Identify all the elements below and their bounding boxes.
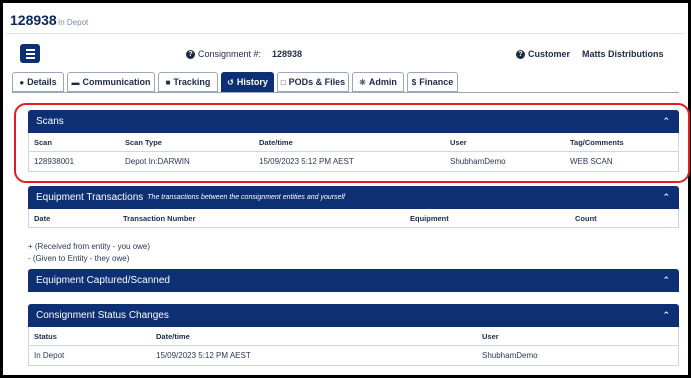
tabs-divider xyxy=(12,92,679,93)
chevron-up-icon[interactable]: ⌃ xyxy=(662,310,670,321)
consignment-number-label: ? Consignment #: xyxy=(186,49,261,60)
tab-tracking[interactable]: ■ Tracking xyxy=(158,72,218,92)
tab-admin[interactable]: ❋ Admin xyxy=(352,72,404,92)
equipment-captured-title: Equipment Captured/Scanned xyxy=(36,275,170,286)
equipment-captured-panel: Equipment Captured/Scanned ⌃ xyxy=(28,269,679,292)
question-icon[interactable]: ? xyxy=(516,50,525,60)
status-value: In Depot xyxy=(34,351,65,360)
tab-history[interactable]: ↺ History xyxy=(221,72,274,92)
history-icon: ↺ xyxy=(227,77,234,87)
highlight-outline xyxy=(14,103,690,183)
status-user: ShubhamDemo xyxy=(482,351,538,360)
tab-pods-files[interactable]: □ PODs & Files xyxy=(277,72,349,92)
dollar-icon: $ xyxy=(411,77,417,87)
chevron-up-icon[interactable]: ⌃ xyxy=(662,192,670,203)
status-changes-title: Consignment Status Changes xyxy=(36,310,169,321)
status-datetime: 15/09/2023 5:12 PM AEST xyxy=(156,351,251,360)
column-header-equipment: Equipment xyxy=(410,214,449,223)
column-header-status-user: User xyxy=(482,332,499,341)
column-header-status-datetime: Date/time xyxy=(156,332,190,341)
status-table-header: Status Date/time User xyxy=(28,327,679,346)
equipment-transactions-panel: Equipment Transactions The transactions … xyxy=(28,186,679,228)
column-header-date: Date xyxy=(34,214,51,223)
chevron-up-icon[interactable]: ⌃ xyxy=(662,275,670,286)
equipment-table-header: Date Transaction Number Equipment Count xyxy=(28,209,679,228)
hamburger-icon xyxy=(25,56,35,59)
tab-details[interactable]: ● Details xyxy=(12,72,64,92)
hamburger-icon xyxy=(25,48,35,51)
status-changes-header[interactable]: Consignment Status Changes ⌃ xyxy=(28,304,679,327)
user-icon: ● xyxy=(19,77,25,87)
consignment-title: 128938 xyxy=(10,12,57,28)
equipment-transactions-subtitle: The transactions between the consignment… xyxy=(147,194,345,201)
tab-finance[interactable]: $ Finance xyxy=(407,72,458,92)
consignment-number-value: 128938 xyxy=(272,49,303,59)
hamburger-icon xyxy=(25,52,35,55)
column-header-status: Status xyxy=(34,332,57,341)
tab-bar: ● Details ▬ Communication ■ Tracking ↺ Histo… xyxy=(12,72,458,92)
menu-button[interactable] xyxy=(20,44,40,63)
truck-icon: ■ xyxy=(165,77,171,87)
gear-icon: ❋ xyxy=(359,77,366,87)
file-icon: □ xyxy=(280,77,286,87)
consignment-status: In Depot xyxy=(58,18,89,27)
customer-name: Matts Distributions xyxy=(582,49,664,59)
question-icon[interactable]: ? xyxy=(186,50,195,60)
header-divider xyxy=(6,33,685,34)
table-row: In Depot 15/09/2023 5:12 PM AEST Shubham… xyxy=(28,346,679,366)
comment-icon: ▬ xyxy=(71,77,80,87)
column-header-transaction-number: Transaction Number xyxy=(123,214,196,223)
equipment-transactions-title: Equipment Transactions xyxy=(36,192,144,203)
status-changes-panel: Consignment Status Changes ⌃ Status Date… xyxy=(28,304,679,366)
window-frame: 128938 In Depot ? Consignment #: 128938 ?… xyxy=(0,0,691,378)
legend-received: + (Received from entity - you owe) xyxy=(28,242,151,251)
customer-label: ? Customer xyxy=(516,49,570,60)
legend-given: - (Given to Entity - they owe) xyxy=(28,254,130,263)
equipment-captured-header[interactable]: Equipment Captured/Scanned ⌃ xyxy=(28,269,679,292)
equipment-transactions-header[interactable]: Equipment Transactions The transactions … xyxy=(28,186,679,209)
column-header-count: Count xyxy=(575,214,597,223)
tab-communication[interactable]: ▬ Communication xyxy=(67,72,155,92)
